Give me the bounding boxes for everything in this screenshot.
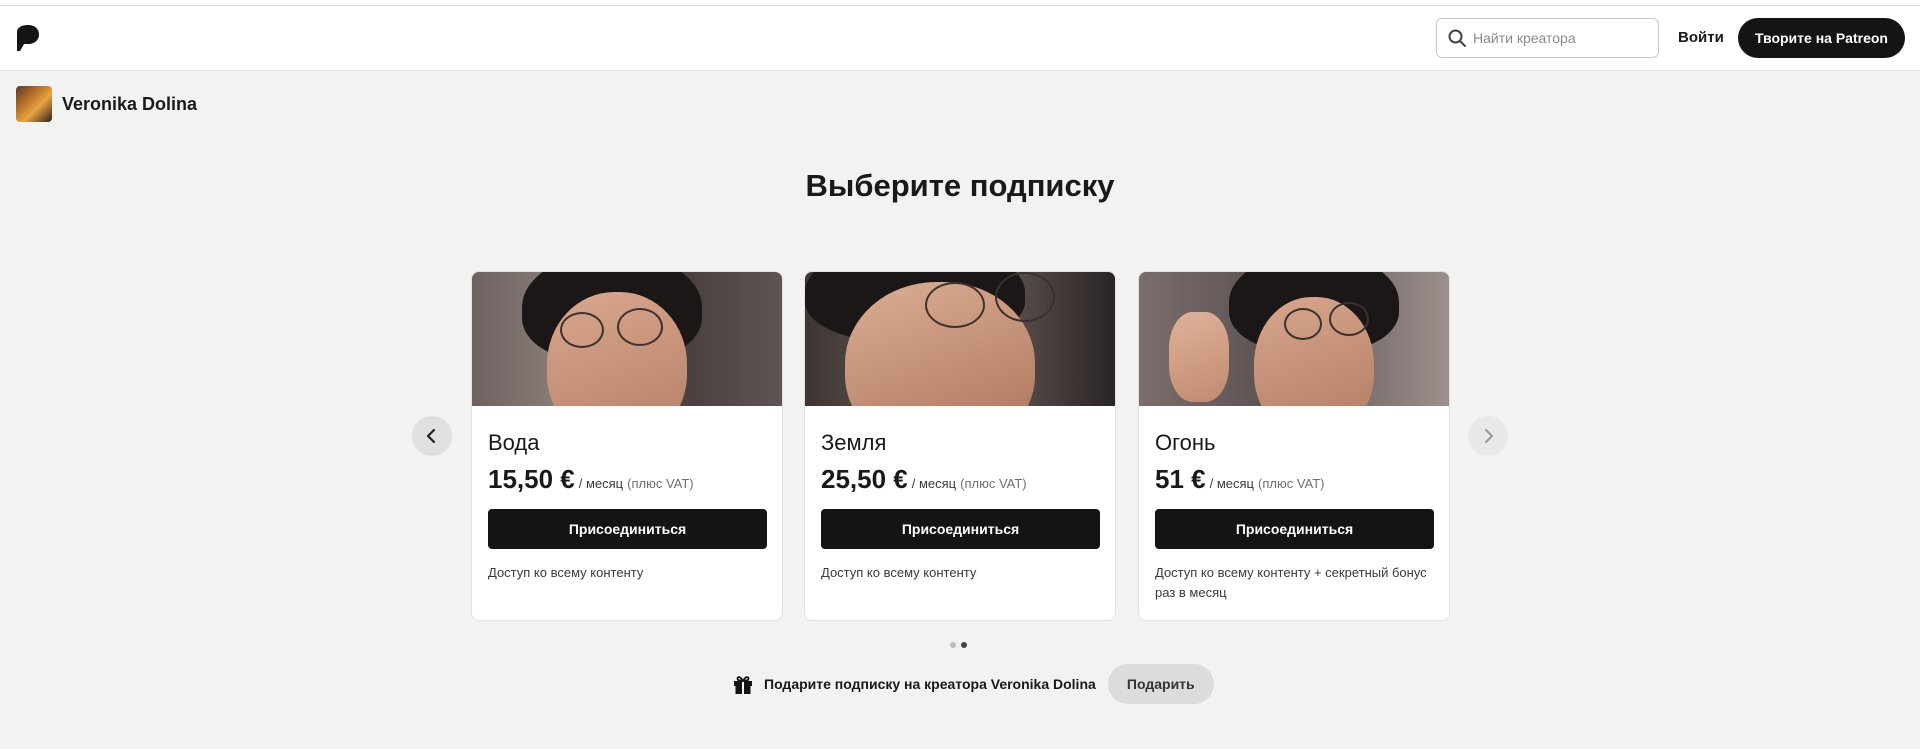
creator-avatar[interactable] xyxy=(16,86,52,122)
creator-header[interactable]: Veronika Dolina xyxy=(16,86,197,122)
carousel-dot-2[interactable] xyxy=(961,642,967,648)
create-on-patreon-button[interactable]: Творите на Patreon xyxy=(1738,18,1905,58)
tier-period: / месяц xyxy=(911,476,957,491)
tier-image xyxy=(472,272,782,406)
join-button[interactable]: Присоединиться xyxy=(488,509,767,549)
tier-price: 51 € xyxy=(1155,464,1206,494)
tier-vat-note: (плюс VAT) xyxy=(1258,476,1325,491)
carousel-next-button[interactable] xyxy=(1468,416,1508,456)
tier-image xyxy=(805,272,1115,406)
tier-description: Доступ ко всему контенту xyxy=(821,565,977,580)
tier-vat-note: (плюс VAT) xyxy=(960,476,1027,491)
tier-period: / месяц xyxy=(578,476,624,491)
tier-name: Огонь xyxy=(1155,430,1216,455)
page-title: Выберите подписку xyxy=(805,168,1115,203)
login-link[interactable]: Войти xyxy=(1678,26,1724,50)
gift-text: Подарите подписку на креатора Veronika D… xyxy=(764,676,1096,692)
gift-button[interactable]: Подарить xyxy=(1107,664,1214,704)
top-navigation-bar: Войти Творите на Patreon xyxy=(0,6,1920,71)
tier-price: 25,50 € xyxy=(821,464,908,494)
tier-image xyxy=(1139,272,1449,406)
creator-search-box[interactable] xyxy=(1436,18,1659,58)
chevron-left-icon xyxy=(426,428,436,444)
join-button[interactable]: Присоединиться xyxy=(1155,509,1434,549)
carousel-prev-button[interactable] xyxy=(412,416,452,456)
tier-name: Земля xyxy=(821,430,887,455)
carousel-dot-1[interactable] xyxy=(950,642,956,648)
gift-icon xyxy=(734,676,752,694)
tier-period: / месяц xyxy=(1209,476,1254,491)
search-icon xyxy=(1448,29,1466,47)
creator-name[interactable]: Veronika Dolina xyxy=(62,94,197,115)
patreon-logo-icon[interactable] xyxy=(16,24,40,52)
join-button[interactable]: Присоединиться xyxy=(821,509,1100,549)
tier-card-ogon: Огонь 51 € / месяц (плюс VAT) Присоедини… xyxy=(1138,271,1450,621)
tier-description: Доступ ко всему контенту + секретный бон… xyxy=(1155,565,1427,600)
tier-name: Вода xyxy=(488,430,540,455)
chevron-right-icon xyxy=(1484,428,1494,444)
carousel-pagination xyxy=(950,642,967,648)
search-input[interactable] xyxy=(1473,30,1653,46)
tier-card-voda: Вода 15,50 € / месяц (плюс VAT) Присоеди… xyxy=(471,271,783,621)
gift-subscription-row: Подарите подписку на креатора Veronika D… xyxy=(732,664,1214,704)
tier-vat-note: (плюс VAT) xyxy=(627,476,694,491)
tier-price: 15,50 € xyxy=(488,464,575,494)
tier-description: Доступ ко всему контенту xyxy=(488,565,644,580)
tier-card-zemlya: Земля 25,50 € / месяц (плюс VAT) Присоед… xyxy=(804,271,1116,621)
